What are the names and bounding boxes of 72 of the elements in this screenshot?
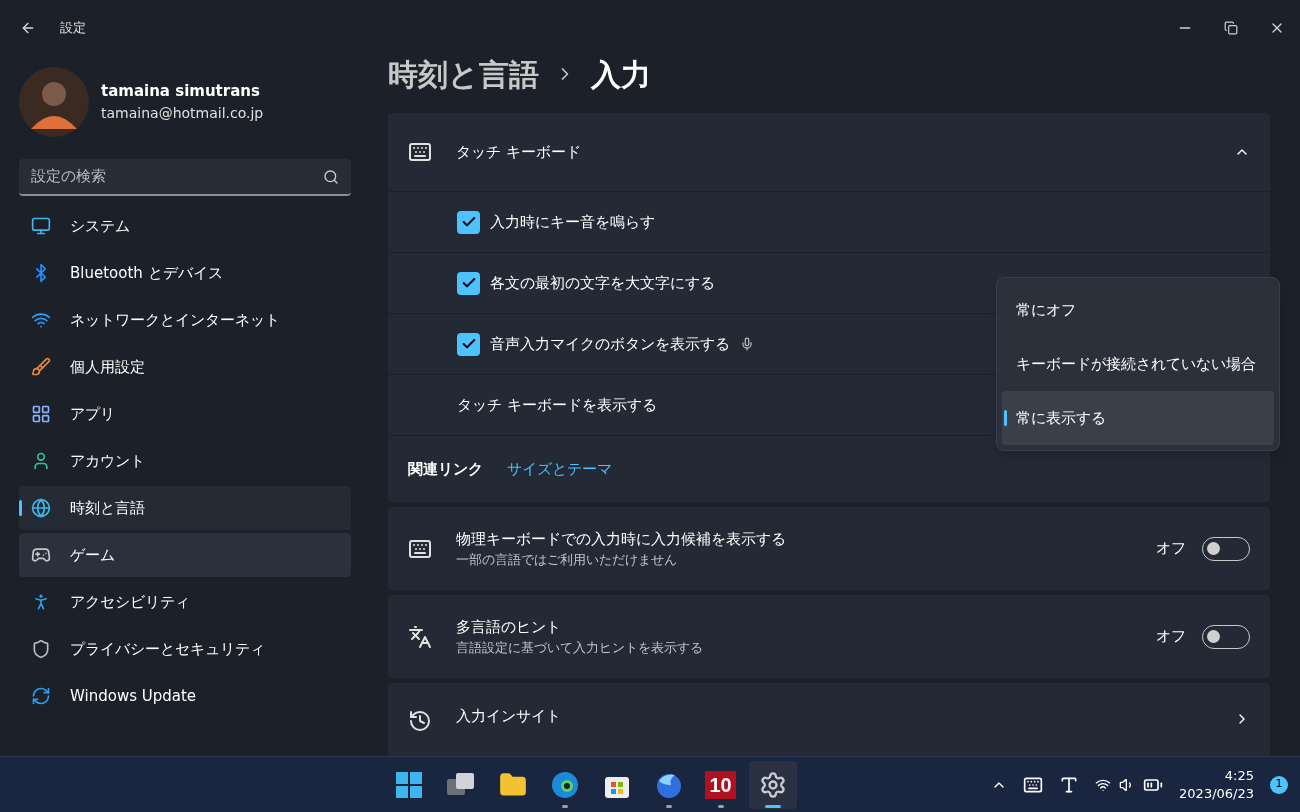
windows-logo-icon — [395, 771, 422, 798]
gamepad-icon — [31, 545, 51, 565]
keyboard-icon — [408, 140, 432, 164]
shield-icon — [31, 639, 51, 659]
gear-icon — [758, 770, 787, 799]
setting-title: 物理キーボードでの入力時に入力候補を表示する — [456, 528, 786, 550]
section-title: タッチ キーボード — [456, 141, 581, 163]
sidebar-item[interactable]: システム — [19, 204, 351, 248]
selection-indicator — [1004, 410, 1007, 426]
search-icon — [323, 168, 339, 185]
app-logo: 10 — [705, 770, 736, 799]
clock-time[interactable]: 4:25 — [1224, 766, 1254, 785]
avatar — [19, 67, 89, 137]
language-icon — [408, 624, 432, 649]
notification-badge[interactable]: 1 — [1270, 775, 1288, 794]
checkbox-label: 各文の最初の文字を大文字にする — [490, 272, 715, 294]
setting-card[interactable]: 入力インサイト — [388, 683, 1270, 756]
running-indicator — [764, 804, 781, 808]
related-links-label: 関連リンク — [408, 458, 483, 480]
checkbox[interactable] — [457, 210, 480, 234]
setting-title: 入力インサイト — [456, 706, 561, 727]
menu-option[interactable]: キーボードが接続されていない場合 — [1002, 337, 1274, 391]
folder-icon — [498, 770, 527, 799]
menu-option[interactable]: 常にオフ — [1002, 283, 1274, 337]
browser-icon — [550, 770, 579, 799]
sidebar-item[interactable]: ネットワークとインターネット — [19, 298, 351, 342]
setting-label: タッチ キーボードを表示する — [457, 394, 657, 416]
apps-icon — [31, 404, 51, 424]
back-icon[interactable] — [20, 20, 36, 36]
breadcrumb-parent[interactable]: 時刻と言語 — [388, 51, 539, 97]
task-view-icon — [446, 772, 475, 797]
sidebar-item[interactable]: Windows Update — [19, 674, 351, 718]
sidebar-item[interactable]: アカウント — [19, 439, 351, 483]
related-link[interactable]: サイズとテーマ — [507, 457, 612, 481]
running-indicator — [665, 804, 672, 808]
selection-indicator — [19, 500, 22, 516]
refresh-icon — [31, 686, 51, 706]
brush-icon — [31, 357, 51, 377]
taskbar-app[interactable]: 10 — [696, 760, 745, 809]
person-icon — [31, 451, 51, 471]
search-field[interactable]: 設定の検索 — [19, 159, 351, 196]
sidebar-item[interactable]: 個人用設定 — [19, 345, 351, 389]
sidebar-item[interactable]: ゲーム — [19, 533, 351, 577]
window-title: 設定 — [60, 19, 86, 38]
search-input[interactable]: 設定の検索 — [31, 165, 323, 188]
toggle-state: オフ — [1156, 538, 1186, 560]
account-name: tamaina simutrans — [101, 81, 261, 103]
monitor-icon — [31, 216, 51, 236]
toggle-state: オフ — [1156, 626, 1186, 648]
sidebar-item[interactable]: プライバシーとセキュリティ — [19, 627, 351, 671]
checkbox-label: 入力時にキー音を鳴らす — [490, 211, 655, 233]
setting-description: 言語設定に基づいて入力ヒントを表示する — [456, 639, 703, 657]
sidebar-item[interactable]: 時刻と言語 — [19, 486, 351, 530]
running-indicator — [717, 804, 724, 808]
menu-option[interactable]: 常に表示する — [1002, 391, 1274, 445]
expander-header[interactable]: タッチ キーボード — [388, 113, 1270, 192]
taskbar-app[interactable] — [748, 760, 797, 809]
history-icon — [408, 709, 432, 733]
setting-title: 多言語のヒント — [456, 616, 562, 638]
account-email: tamaina@hotmail.co.jp — [101, 103, 264, 123]
restore-icon[interactable] — [1224, 21, 1238, 35]
running-indicator — [561, 804, 568, 808]
page-title: 入力 — [591, 55, 651, 94]
sidebar-item[interactable]: アクセシビリティ — [19, 580, 351, 624]
wifi-icon — [31, 310, 51, 330]
checkbox[interactable] — [457, 271, 480, 295]
checkbox-label: 音声入力マイクのボタンを表示する — [490, 333, 730, 355]
checkbox[interactable] — [457, 332, 480, 356]
sidebar-item[interactable]: アプリ — [19, 392, 351, 436]
setting-description: 一部の言語ではご利用いただけません — [456, 551, 678, 569]
clock-date[interactable]: 2023/06/23 — [1179, 784, 1254, 803]
sidebar-item[interactable]: Bluetooth とデバイス — [19, 251, 351, 295]
